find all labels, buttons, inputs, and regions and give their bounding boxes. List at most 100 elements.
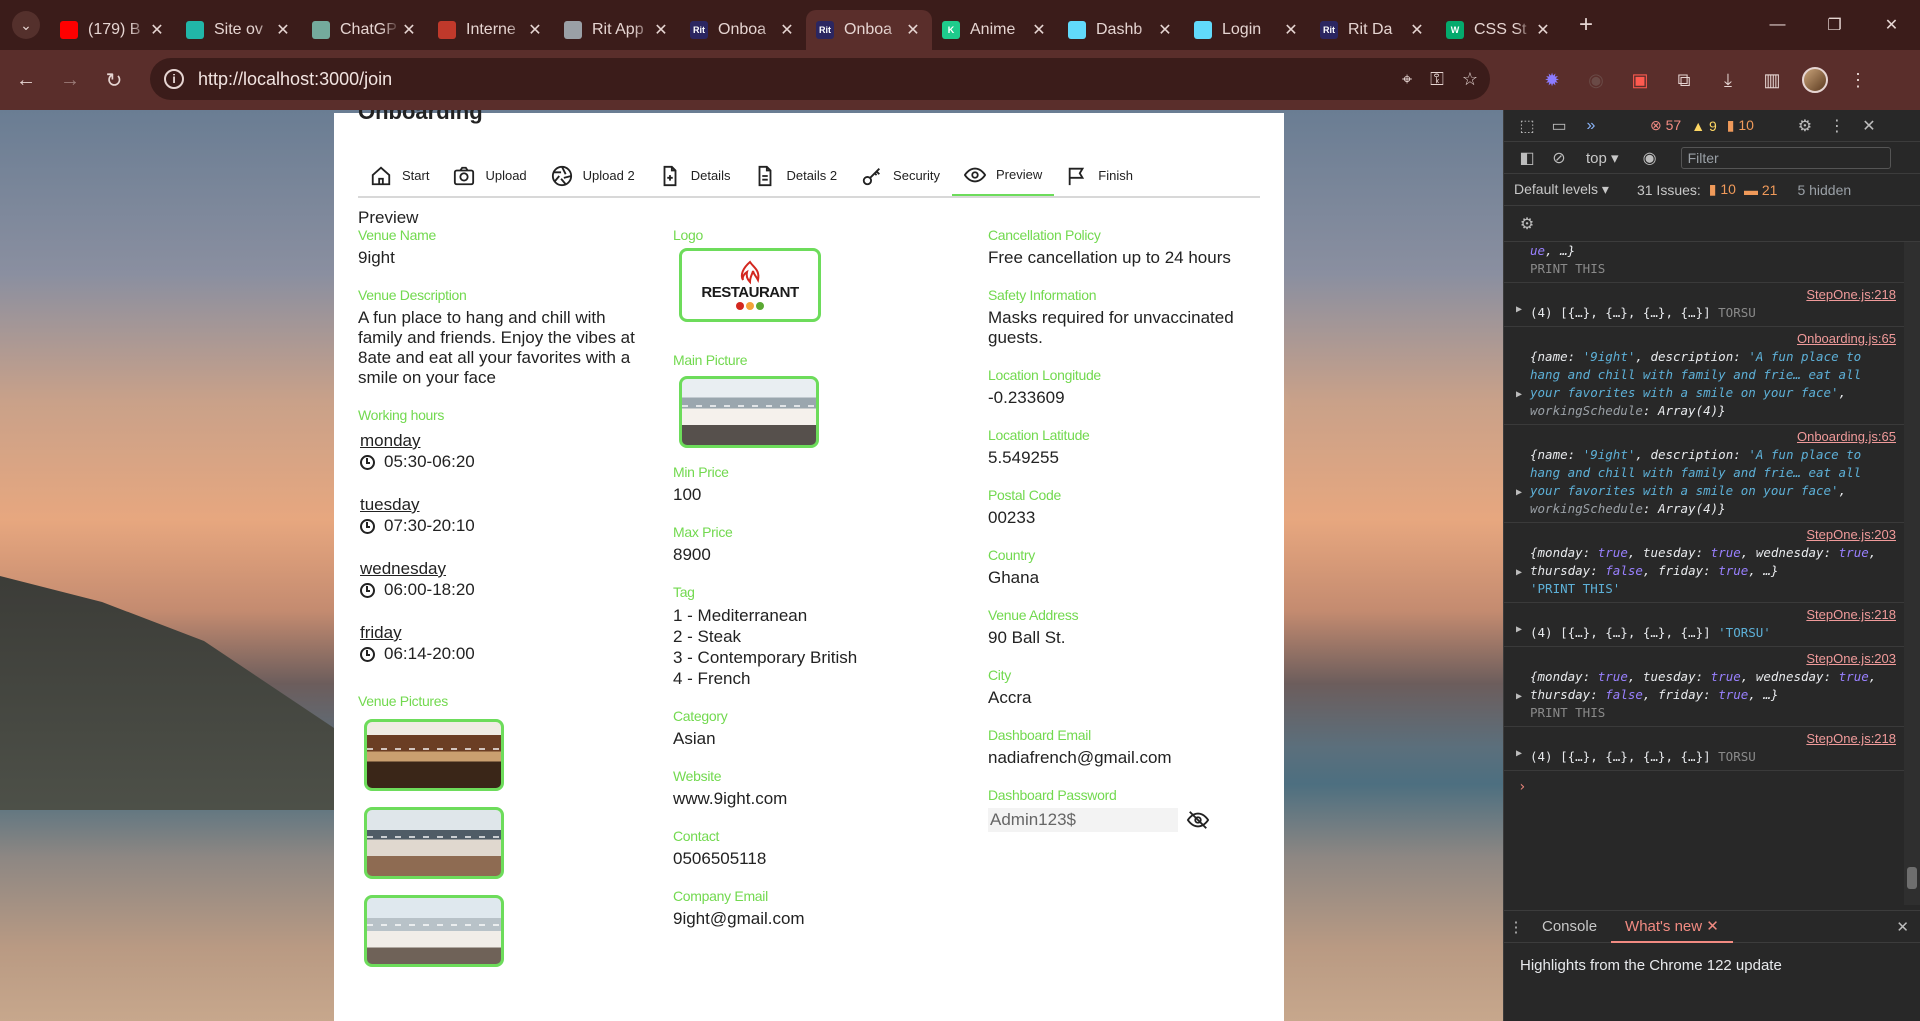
close-window-button[interactable]: ✕ — [1863, 0, 1920, 50]
browser-tab[interactable]: (179) B ✕ — [50, 10, 176, 50]
eye-off-icon[interactable] — [1186, 809, 1210, 831]
forward-button[interactable]: → — [52, 62, 88, 98]
url-text[interactable]: http://localhost:3000/join — [198, 69, 392, 90]
browser-tab[interactable]: Interne ✕ — [428, 10, 554, 50]
working-hours-label: Working hours — [358, 407, 445, 423]
restore-button[interactable]: ❐ — [1806, 0, 1863, 50]
venue-description-label: Venue Description — [358, 287, 467, 303]
close-tab-icon[interactable]: ✕ — [400, 20, 418, 40]
browser-tab[interactable]: Rit Rit Da ✕ — [1310, 10, 1436, 50]
tag-label: Tag — [673, 584, 695, 600]
source-link[interactable]: Onboarding.js:65 — [1530, 429, 1896, 444]
new-tab-button[interactable]: + — [1568, 7, 1604, 43]
message-count[interactable]: ▮ 10 — [1727, 117, 1754, 134]
close-tab-icon[interactable]: ✕ — [1030, 20, 1048, 40]
close-devtools-icon[interactable]: ✕ — [1856, 113, 1882, 139]
drawer-tab-console[interactable]: Console — [1528, 911, 1611, 943]
tab-start[interactable]: Start — [358, 155, 441, 196]
console-settings-gear-icon[interactable]: ⚙ — [1514, 211, 1540, 237]
console-scrollbar[interactable] — [1904, 242, 1920, 905]
bookmark-star-icon[interactable]: ☆ — [1462, 69, 1478, 90]
back-button[interactable]: ← — [8, 62, 44, 98]
tab-details[interactable]: Details — [647, 155, 743, 196]
console-entry[interactable]: StepOne.js:203 ▶ {monday: true, tuesday:… — [1504, 523, 1904, 603]
source-link[interactable]: Onboarding.js:65 — [1530, 331, 1896, 346]
menu-kebab-icon[interactable]: ⋮ — [1844, 66, 1872, 94]
source-link[interactable]: StepOne.js:218 — [1530, 287, 1896, 302]
extensions-puzzle-icon[interactable]: ⧉ — [1670, 66, 1698, 94]
issues-warning-count[interactable]: ▮ 10 — [1709, 181, 1736, 198]
source-link[interactable]: StepOne.js:218 — [1530, 731, 1896, 746]
issues-label[interactable]: 31 Issues: — [1637, 182, 1701, 198]
console-entry[interactable]: StepOne.js:218 ▶ (4) [{…}, {…}, {…}, {…}]… — [1504, 283, 1904, 327]
extension-gear-icon[interactable]: ✹ — [1538, 66, 1566, 94]
console-entry[interactable]: StepOne.js:218 ▶ (4) [{…}, {…}, {…}, {…}]… — [1504, 727, 1904, 771]
close-tab-icon[interactable]: ✕ — [148, 20, 166, 40]
console-entry[interactable]: StepOne.js:203 ▶ {monday: true, tuesday:… — [1504, 647, 1904, 727]
close-tab-icon[interactable]: ✕ — [904, 20, 922, 40]
browser-tab[interactable]: Rit Onboa ✕ — [806, 10, 932, 50]
console-entry[interactable]: Onboarding.js:65 ▶ {name: '9ight', descr… — [1504, 425, 1904, 523]
address-bar[interactable]: i http://localhost:3000/join ⌖ ⚿ ☆ — [150, 58, 1490, 100]
location-icon[interactable]: ⌖ — [1402, 69, 1412, 90]
console-entry[interactable]: StepOne.js:218 ▶ (4) [{…}, {…}, {…}, {…}]… — [1504, 603, 1904, 647]
minimize-button[interactable]: — — [1749, 0, 1806, 50]
browser-tab[interactable]: ChatGP ✕ — [302, 10, 428, 50]
tab-upload[interactable]: Upload — [441, 155, 538, 196]
source-link[interactable]: StepOne.js:203 — [1530, 527, 1896, 542]
more-tabs-icon[interactable]: » — [1578, 113, 1604, 139]
source-link[interactable]: StepOne.js:203 — [1530, 651, 1896, 666]
console-entry[interactable]: Onboarding.js:65 ▶ {name: '9ight', descr… — [1504, 327, 1904, 425]
log-levels-dropdown[interactable]: Default levels ▾ — [1514, 181, 1609, 198]
inspect-element-icon[interactable]: ⬚ — [1514, 113, 1540, 139]
close-tab-icon[interactable]: ✕ — [778, 20, 796, 40]
sidebar-toggle-icon[interactable]: ◧ — [1514, 145, 1540, 171]
browser-tab[interactable]: Dashb ✕ — [1058, 10, 1184, 50]
close-tab-icon[interactable]: ✕ — [526, 20, 544, 40]
settings-gear-icon[interactable]: ⚙ — [1792, 113, 1818, 139]
drawer-menu-icon[interactable]: ⋮ — [1504, 918, 1528, 936]
profile-avatar[interactable] — [1802, 67, 1828, 93]
browser-tab[interactable]: Site ov ✕ — [176, 10, 302, 50]
console-prompt[interactable]: › — [1504, 771, 1904, 803]
context-selector[interactable]: top ▾ — [1586, 149, 1619, 167]
tab-search-button[interactable]: ⌄ — [12, 11, 40, 39]
warning-count[interactable]: ▲ 9 — [1691, 118, 1717, 134]
browser-tab[interactable]: W CSS St ✕ — [1436, 10, 1562, 50]
drawer-tab-whats-new[interactable]: What's new ✕ — [1611, 911, 1733, 943]
tab-upload-2[interactable]: Upload 2 — [539, 155, 647, 196]
browser-tab[interactable]: Login ✕ — [1184, 10, 1310, 50]
issues-message-count[interactable]: ▬ 21 — [1744, 182, 1777, 198]
close-tab-icon[interactable]: ✕ — [652, 20, 670, 40]
clear-console-icon[interactable]: ⊘ — [1546, 145, 1572, 171]
close-tab-icon[interactable]: ✕ — [1408, 20, 1426, 40]
reload-button[interactable]: ↻ — [96, 62, 132, 98]
key-icon[interactable]: ⚿ — [1430, 69, 1444, 90]
close-tab-icon[interactable]: ✕ — [1156, 20, 1174, 40]
live-expression-eye-icon[interactable]: ◉ — [1637, 145, 1663, 171]
close-tab-icon[interactable]: ✕ — [274, 20, 292, 40]
browser-tab[interactable]: Rit App ✕ — [554, 10, 680, 50]
devtools-menu-icon[interactable]: ⋮ — [1824, 113, 1850, 139]
site-info-icon[interactable]: i — [164, 69, 184, 89]
close-drawer-icon[interactable]: ✕ — [1896, 918, 1909, 936]
tab-details-2[interactable]: Details 2 — [742, 155, 849, 196]
dashboard-password-field[interactable]: Admin123$ — [988, 808, 1178, 832]
browser-tab[interactable]: Rit Onboa ✕ — [680, 10, 806, 50]
console-filter-input[interactable]: Filter — [1680, 146, 1891, 169]
source-link[interactable]: StepOne.js:218 — [1530, 607, 1896, 622]
scroll-thumb[interactable] — [1907, 867, 1917, 889]
tab-finish[interactable]: Finish — [1054, 155, 1145, 196]
extension-red-icon[interactable]: ▣ — [1626, 66, 1654, 94]
error-count[interactable]: ⊗ 57 — [1650, 117, 1681, 134]
dashboard-password-label: Dashboard Password — [988, 787, 1117, 803]
extension-dark-icon[interactable]: ◉ — [1582, 66, 1610, 94]
tab-security[interactable]: Security — [849, 155, 952, 196]
device-toolbar-icon[interactable]: ▭ — [1546, 113, 1572, 139]
close-tab-icon[interactable]: ✕ — [1282, 20, 1300, 40]
close-tab-icon[interactable]: ✕ — [1534, 20, 1552, 40]
tab-preview[interactable]: Preview — [952, 155, 1055, 196]
download-icon[interactable]: ⤓ — [1714, 66, 1742, 94]
side-panel-icon[interactable]: ▥ — [1758, 66, 1786, 94]
browser-tab[interactable]: K Anime ✕ — [932, 10, 1058, 50]
